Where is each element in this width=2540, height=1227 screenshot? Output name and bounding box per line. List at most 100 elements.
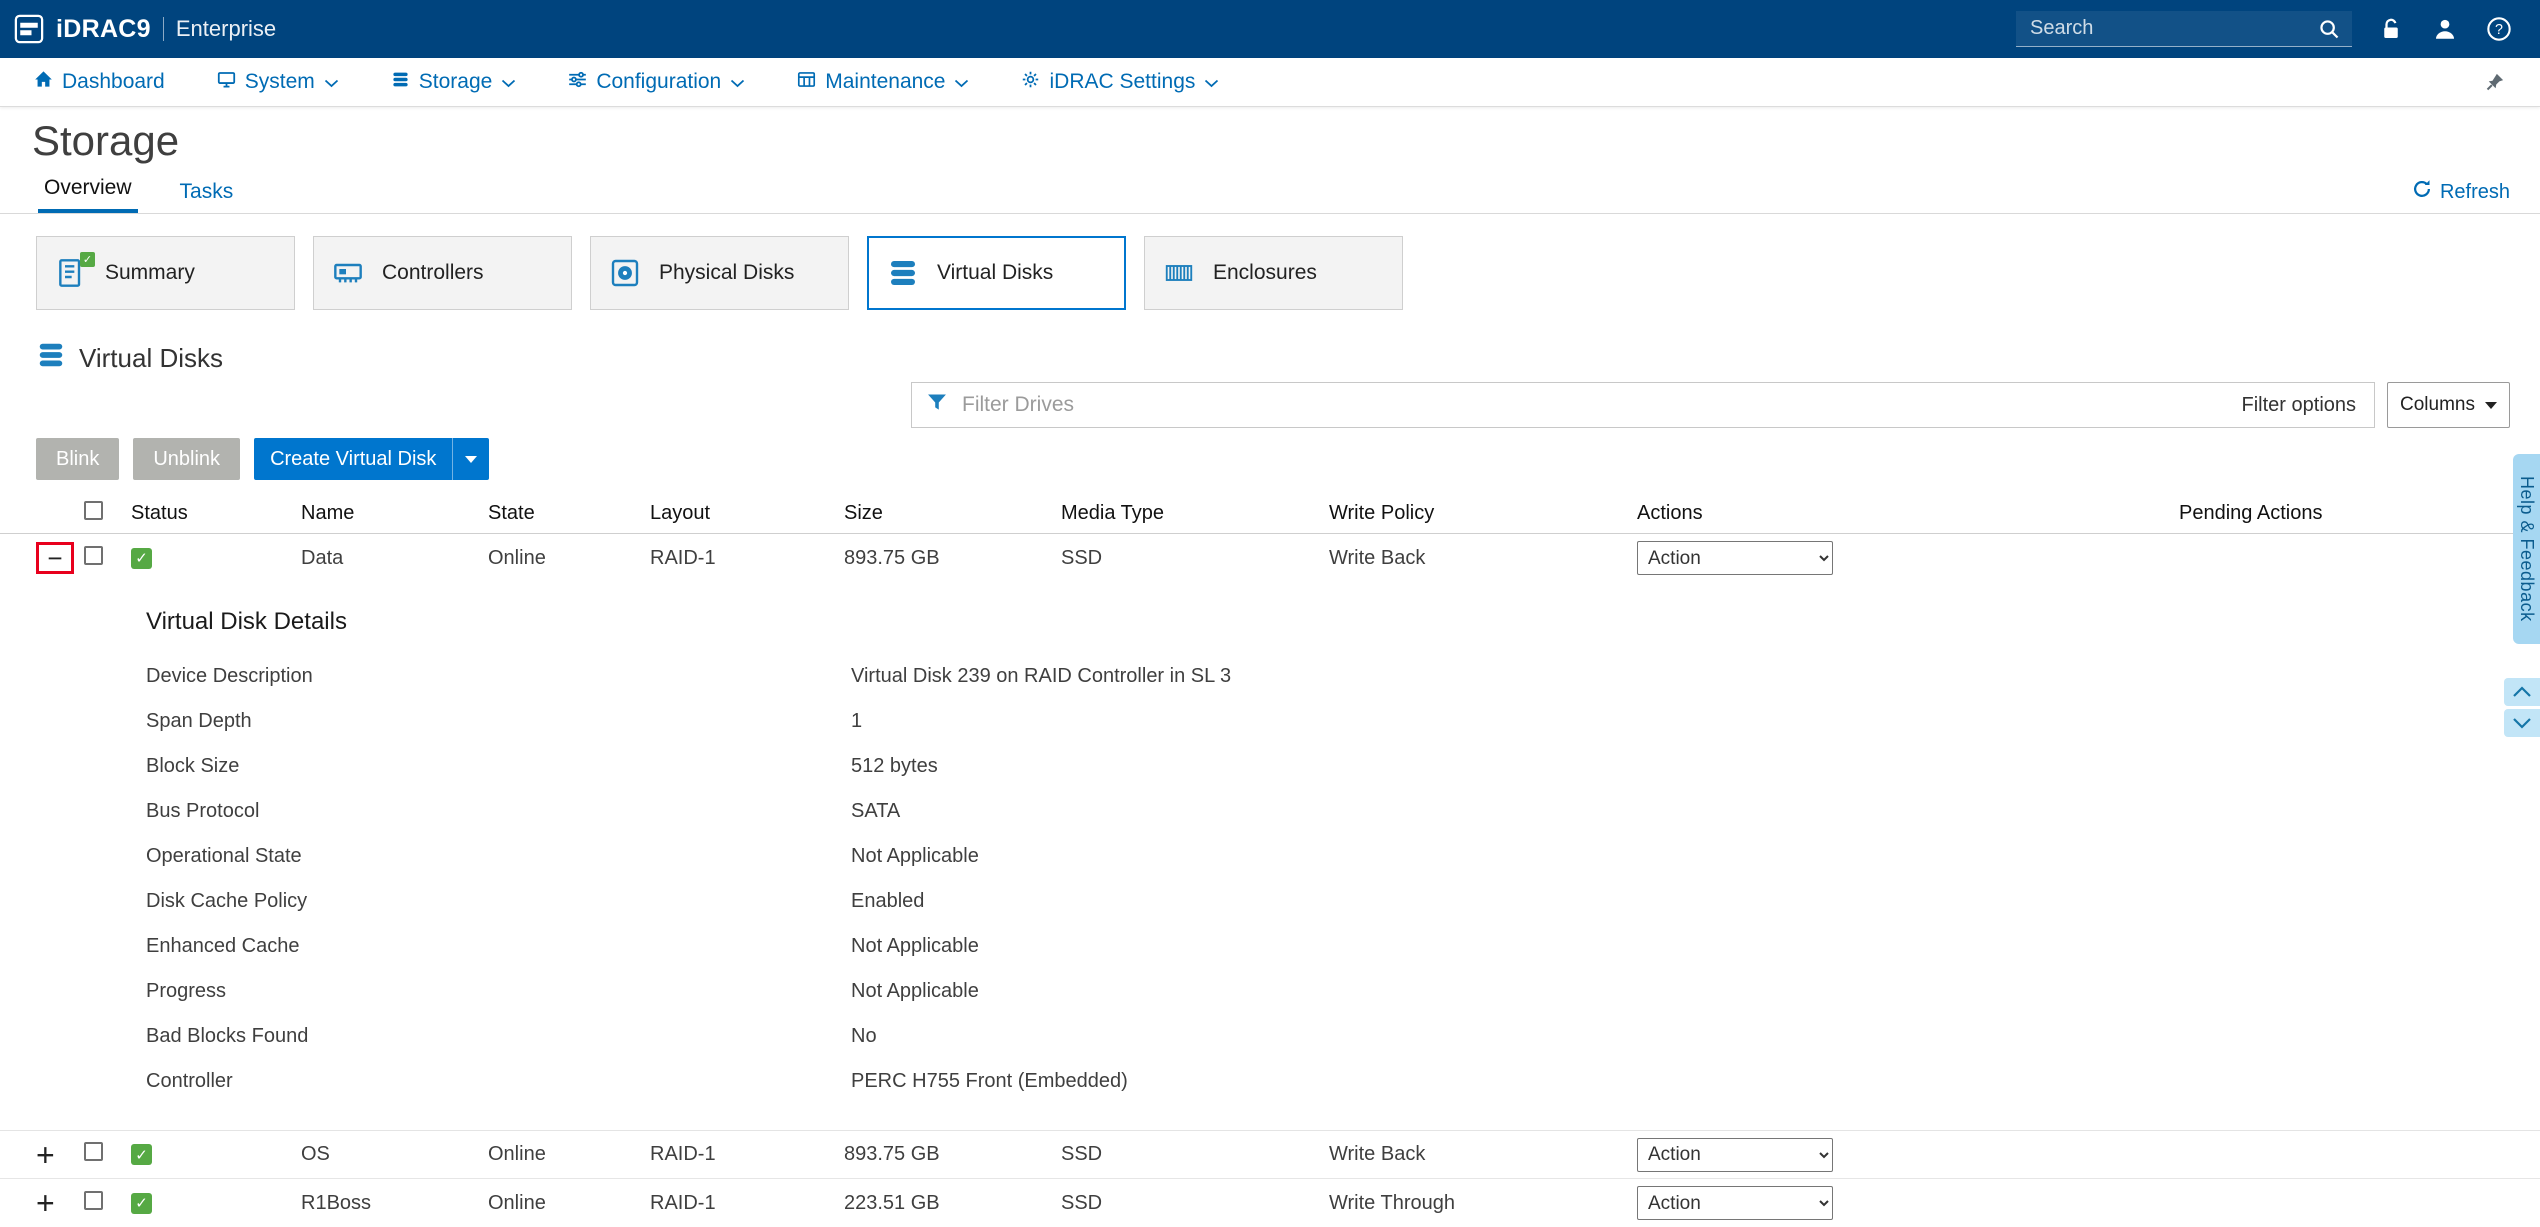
detail-row: Bus Protocol SATA — [146, 800, 901, 822]
select-all-checkbox[interactable] — [84, 501, 103, 520]
top-bar: iDRAC9 Enterprise ? — [0, 0, 2540, 58]
detail-row: Controller PERC H755 Front (Embedded) — [146, 1070, 1128, 1092]
card-controllers[interactable]: Controllers — [313, 236, 572, 310]
row-checkbox[interactable] — [84, 1142, 103, 1161]
pin-icon[interactable] — [2480, 67, 2510, 97]
col-pending-actions: Pending Actions — [2179, 502, 2323, 524]
row-action-select[interactable]: Action — [1637, 1137, 1833, 1172]
card-label: Physical Disks — [659, 261, 795, 284]
cell-size: 893.75 GB — [844, 1143, 940, 1165]
card-enclosures[interactable]: Enclosures — [1144, 236, 1403, 310]
row-action-select[interactable]: Action — [1637, 1186, 1833, 1220]
virtual-disks-icon — [36, 340, 66, 376]
expand-row-icon[interactable] — [36, 1187, 55, 1219]
collapse-row-icon[interactable] — [47, 545, 62, 571]
card-label: Summary — [105, 261, 195, 284]
refresh-button[interactable]: Refresh — [2412, 179, 2510, 205]
physical-disks-icon — [605, 257, 645, 289]
create-virtual-disk-button[interactable]: Create Virtual Disk — [254, 438, 490, 480]
sliders-icon — [568, 70, 587, 95]
nav-item-storage[interactable]: Storage — [391, 70, 517, 95]
section-title: Virtual Disks — [79, 342, 224, 373]
col-state: State — [488, 502, 535, 524]
nav-item-label: Maintenance — [825, 70, 946, 93]
nav-item-idrac-settings[interactable]: iDRAC Settings — [1021, 70, 1219, 95]
nav-item-maintenance[interactable]: Maintenance — [797, 70, 969, 95]
cell-state: Online — [488, 1143, 546, 1165]
cell-layout: RAID-1 — [650, 1191, 716, 1214]
nav-item-system[interactable]: System — [217, 70, 339, 95]
card-label: Enclosures — [1213, 261, 1317, 284]
search-box[interactable] — [2016, 11, 2352, 47]
cell-name: Data — [301, 546, 344, 569]
main-nav: Dashboard System Storage Configuration M… — [0, 58, 2540, 107]
row-action-select[interactable]: Action — [1637, 541, 1833, 575]
row-checkbox[interactable] — [84, 1190, 103, 1210]
cell-state: Online — [488, 1191, 546, 1214]
brand-divider — [162, 17, 164, 41]
scroll-down-button[interactable] — [2504, 709, 2540, 737]
chevron-down-icon — [501, 70, 516, 94]
refresh-label: Refresh — [2439, 180, 2510, 203]
search-icon[interactable] — [2314, 14, 2344, 44]
cell-layout: RAID-1 — [650, 1143, 716, 1165]
page-scrollers — [2504, 678, 2540, 737]
table-toolbar: Blink Unblink Create Virtual Disk — [36, 438, 2540, 480]
filter-funnel-icon — [926, 391, 948, 419]
create-virtual-disk-label: Create Virtual Disk — [270, 447, 437, 470]
help-feedback-label: Help & Feedback — [2517, 476, 2537, 622]
ok-badge-icon — [80, 252, 95, 267]
brand: iDRAC9 Enterprise — [14, 14, 276, 44]
nav-item-dashboard[interactable]: Dashboard — [34, 70, 165, 95]
nav-item-configuration[interactable]: Configuration — [568, 70, 745, 95]
caret-down-icon — [2485, 401, 2497, 409]
help-feedback-tab[interactable]: Help & Feedback — [2513, 454, 2540, 644]
unblink-button[interactable]: Unblink — [133, 438, 241, 480]
nav-item-label: Storage — [418, 70, 493, 93]
tab-overview[interactable]: Overview — [38, 176, 138, 213]
nav-item-label: System — [244, 70, 315, 93]
filter-box[interactable]: Filter options — [911, 382, 2376, 428]
cell-media-type: SSD — [1061, 1143, 1103, 1165]
cell-size: 223.51 GB — [844, 1191, 940, 1214]
card-physical-disks[interactable]: Physical Disks — [590, 236, 849, 310]
section-header: Virtual Disks — [36, 340, 2540, 376]
blink-button[interactable]: Blink — [36, 438, 120, 480]
virtual-disks-icon — [883, 257, 923, 289]
expand-row-icon[interactable] — [36, 1139, 55, 1171]
columns-button[interactable]: Columns — [2387, 382, 2510, 428]
filter-options-link[interactable]: Filter options — [2242, 394, 2357, 417]
col-actions: Actions — [1637, 502, 1703, 524]
storage-cards: Summary Controllers Physical Disks Virtu… — [36, 236, 2540, 310]
card-summary[interactable]: Summary — [36, 236, 295, 310]
virtual-disks-table: Status Name State Layout Size Media Type… — [0, 494, 2540, 1227]
detail-row: Span Depth 1 — [146, 710, 863, 732]
home-icon — [34, 70, 53, 95]
main-content: Storage Overview Tasks Refresh Summary C… — [0, 117, 2540, 1227]
cell-write-policy: Write Back — [1329, 1143, 1426, 1165]
scroll-up-button[interactable] — [2504, 678, 2540, 706]
filter-drives-input[interactable] — [960, 392, 2230, 418]
refresh-icon — [2412, 179, 2432, 205]
detail-row: Operational State Not Applicable — [146, 845, 979, 867]
storage-icon — [391, 70, 410, 95]
nav-item-label: iDRAC Settings — [1049, 70, 1196, 93]
help-icon[interactable]: ? — [2484, 14, 2514, 44]
summary-icon — [51, 252, 95, 289]
card-virtual-disks[interactable]: Virtual Disks — [867, 236, 1126, 310]
system-icon — [217, 70, 236, 95]
search-input[interactable] — [2028, 16, 2306, 41]
cell-write-policy: Write Back — [1329, 546, 1426, 569]
create-split[interactable] — [452, 438, 489, 480]
user-icon[interactable] — [2430, 14, 2460, 44]
gear-icon — [1021, 70, 1040, 95]
table-header-row: Status Name State Layout Size Media Type… — [0, 494, 2540, 534]
unlock-icon[interactable] — [2376, 14, 2406, 44]
tab-tasks[interactable]: Tasks — [174, 180, 240, 213]
detail-row: Device Description Virtual Disk 239 on RA… — [146, 665, 1232, 687]
detail-row: Block Size 512 bytes — [146, 755, 938, 777]
maintenance-icon — [797, 70, 816, 95]
details-title: Virtual Disk Details — [146, 608, 347, 635]
tab-divider — [0, 213, 2540, 214]
row-checkbox[interactable] — [84, 545, 103, 565]
